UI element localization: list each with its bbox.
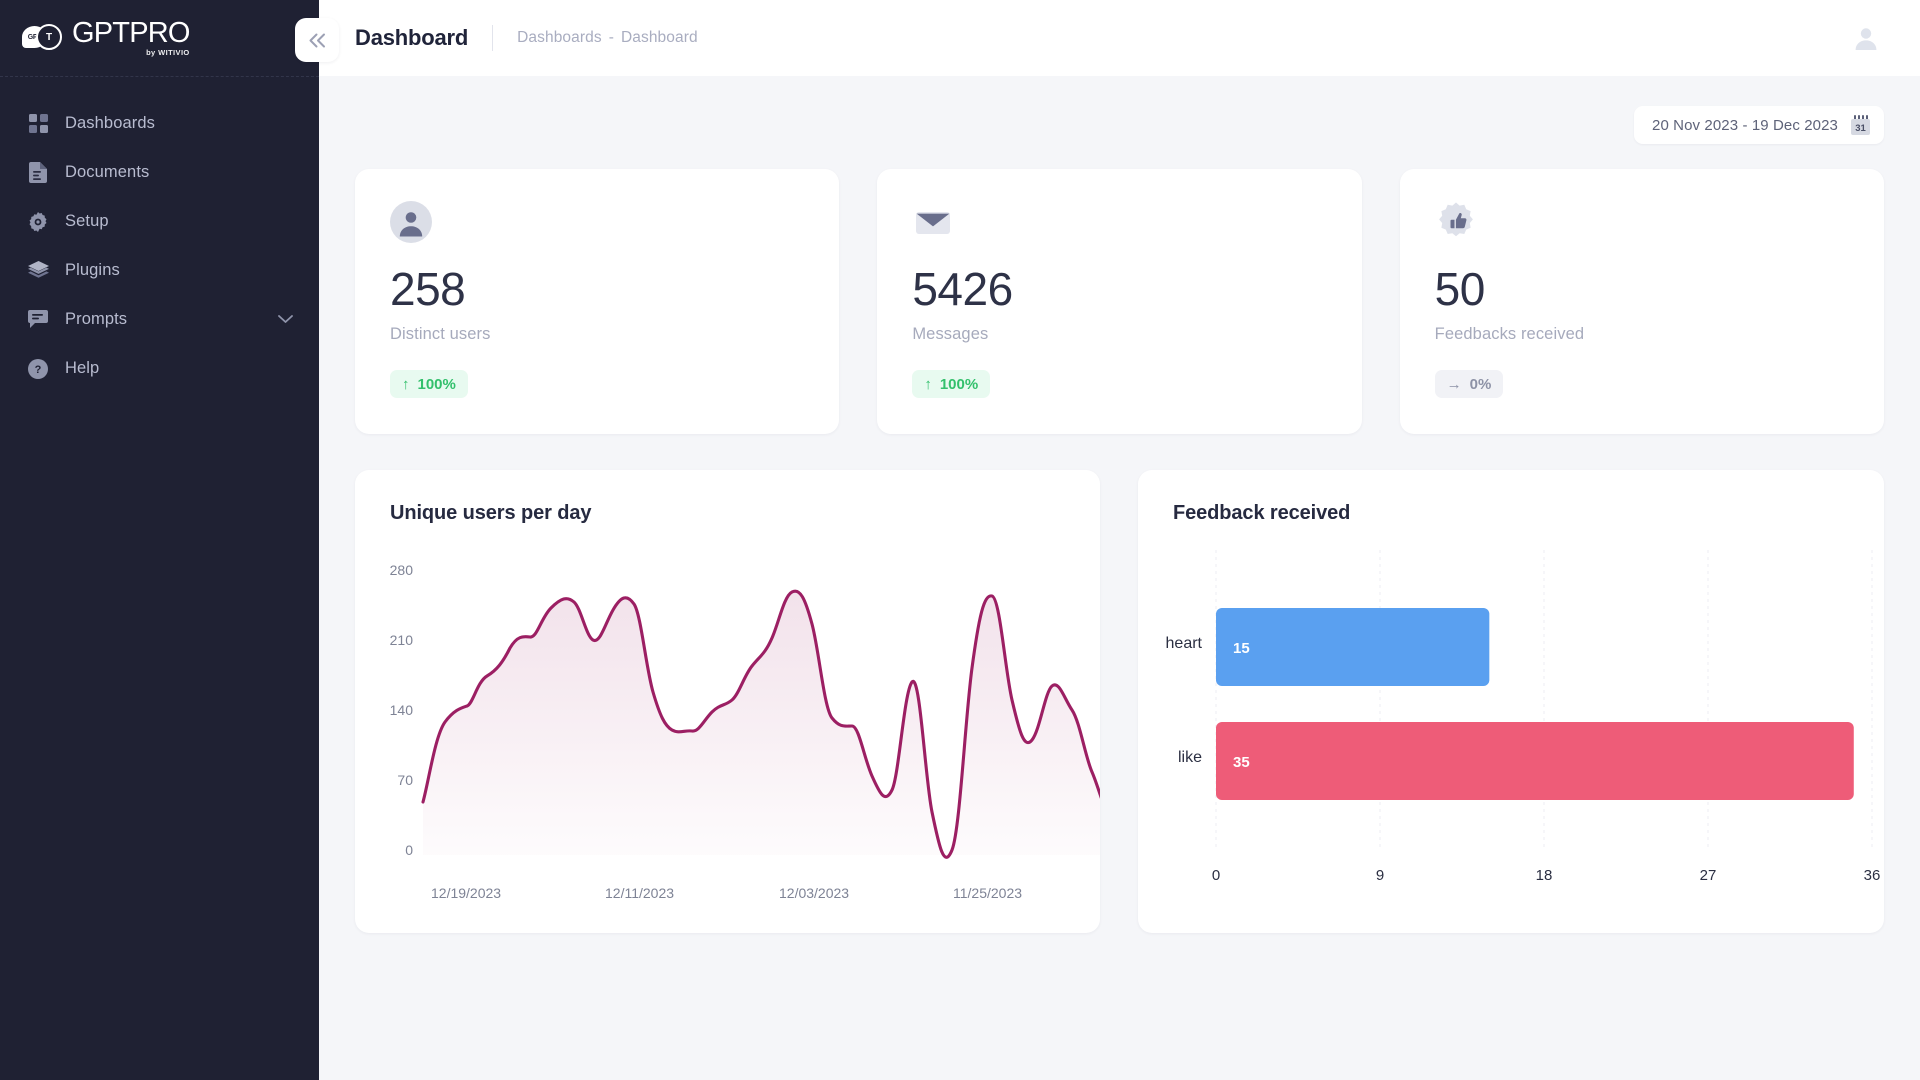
chart-title: Unique users per day [390,502,592,524]
sidebar-item-plugins[interactable]: Plugins [0,246,319,295]
chat-lines-icon [27,309,49,331]
sidebar-item-label: Prompts [65,310,128,328]
date-range-value: 20 Nov 2023 - 19 Dec 2023 [1652,116,1838,134]
breadcrumb-root[interactable]: Dashboards [517,29,602,46]
main-area: Dashboard Dashboards - Dashboard 20 Nov 20… [295,0,1920,1080]
sidebar-item-dashboards[interactable]: Dashboards [0,99,319,148]
stat-value: 50 [1434,263,1486,315]
brand-logo[interactable]: GPT T GPTPRO by WITIVIO [0,0,319,76]
logo-d-text: T [45,31,53,43]
y-tick-0: 0 [405,842,413,858]
status-badge: ↑ 100% [390,370,468,398]
gear-icon [27,211,49,233]
delta-value: 100% [417,375,456,393]
bar-category-like: like [1178,749,1202,766]
breadcrumb: Dashboards - Dashboard [517,29,698,47]
sidebar-item-help[interactable]: ? Help [0,344,319,393]
logo-text: GPTPRO by WITIVIO [72,19,190,57]
sidebar-item-documents[interactable]: Documents [0,148,319,197]
brand-subtitle: by WITIVIO [146,48,190,58]
stat-label: Messages [912,325,989,343]
x-tick-3: 11/25/2023 [953,885,1022,901]
date-range-picker[interactable]: 20 Nov 2023 - 19 Dec 2023 31 [1634,106,1884,144]
area-fill [423,591,1100,858]
user-circle-icon [390,201,432,243]
logo-mark: GPT T [22,23,64,53]
sidebar: GPT T GPTPRO by WITIVIO Dashboards Docum… [0,0,319,1080]
stat-cards: 258 Distinct users ↑ 100% 5426 Messages … [355,169,1884,434]
x-tick-18: 18 [1536,867,1553,884]
svg-text:?: ? [35,364,42,376]
sidebar-nav: Dashboards Documents Setup Plugins Promp [0,77,319,393]
bar-chart-body: heart 15 like 35 0 9 18 27 36 [1138,540,1884,933]
stat-card-messages: 5426 Messages ↑ 100% [877,169,1362,434]
sidebar-item-setup[interactable]: Setup [0,197,319,246]
x-tick-1: 12/11/2023 [605,885,674,901]
bar-heart[interactable] [1216,608,1490,686]
thumbs-up-badge-icon [1435,201,1477,243]
stat-card-feedbacks: 50 Feedbacks received → 0% [1399,169,1884,434]
brand-name: GPTPRO [72,17,190,50]
envelope-icon [912,201,954,243]
chart-card-feedback-received: Feedback received heart 15 like 35 0 9 1… [1138,470,1884,933]
sidebar-item-label: Help [65,359,100,377]
status-badge: → 0% [1434,370,1504,398]
delta-value: 0% [1469,375,1492,393]
stat-card-distinct-users: 258 Distinct users ↑ 100% [355,169,840,434]
arrow-up-icon: ↑ [402,375,410,393]
y-tick-210: 210 [390,632,414,648]
breadcrumb-current: Dashboard [620,29,698,46]
dashboard-content: 20 Nov 2023 - 19 Dec 2023 31 258 Distinc… [319,76,1920,933]
x-tick-0: 0 [1212,867,1220,884]
stat-label: Distinct users [390,325,491,343]
chart-card-unique-users: Unique users per day 280 210 140 70 0 12… [355,470,1100,933]
sidebar-item-label: Dashboards [65,114,155,132]
x-tick-0: 12/19/2023 [431,885,501,901]
y-tick-70: 70 [397,772,413,788]
x-tick-36: 36 [1864,867,1881,884]
delta-value: 100% [939,375,979,393]
x-tick-9: 9 [1376,867,1384,884]
logo-circle-icon: T [36,24,62,50]
unique-users-area-chart[interactable]: 280 210 140 70 0 12/19/2023 12/11/2023 1… [355,540,1100,933]
arrow-up-icon: ↑ [924,375,932,393]
double-chevron-left-icon [308,33,327,48]
chart-title: Feedback received [1173,502,1351,524]
bar-value-like: 35 [1233,754,1250,771]
sidebar-item-label: Documents [65,163,150,181]
bar-value-heart: 15 [1233,640,1250,657]
y-tick-140: 140 [390,702,414,718]
chart-cards: Unique users per day 280 210 140 70 0 12… [355,470,1884,933]
arrow-right-icon: → [1446,375,1462,393]
calendar-icon: 31 [1851,115,1870,135]
y-tick-280: 280 [390,562,414,578]
date-range-row: 20 Nov 2023 - 19 Dec 2023 31 [355,76,1884,144]
x-tick-2: 12/03/2023 [779,885,849,901]
status-badge: ↑ 100% [912,370,991,398]
stat-value: 258 [390,263,466,315]
user-avatar-button[interactable] [1846,18,1886,58]
line-chart-body: 280 210 140 70 0 12/19/2023 12/11/2023 1… [355,540,1100,933]
stat-value: 5426 [912,263,1013,315]
chevron-down-icon[interactable] [278,315,293,324]
bar-category-heart: heart [1166,635,1203,652]
page-title: Dashboard [355,25,469,50]
top-bar: Dashboard Dashboards - Dashboard [295,0,1920,76]
feedback-bar-chart[interactable]: heart 15 like 35 0 9 18 27 36 [1138,540,1918,933]
sidebar-collapse-button[interactable] [295,18,339,62]
sidebar-item-label: Setup [65,212,109,230]
user-avatar-icon [1852,24,1880,52]
stat-label: Feedbacks received [1434,325,1585,343]
x-tick-27: 27 [1700,867,1717,884]
calendar-day: 31 [1855,123,1866,134]
document-icon [27,162,49,184]
grid-icon [27,113,49,135]
sidebar-item-prompts[interactable]: Prompts [0,295,319,344]
sidebar-item-label: Plugins [65,261,120,279]
layers-icon [27,260,49,282]
question-circle-icon: ? [27,358,49,380]
bar-like[interactable] [1216,722,1854,800]
title-separator [492,25,494,51]
breadcrumb-separator: - [608,29,614,46]
